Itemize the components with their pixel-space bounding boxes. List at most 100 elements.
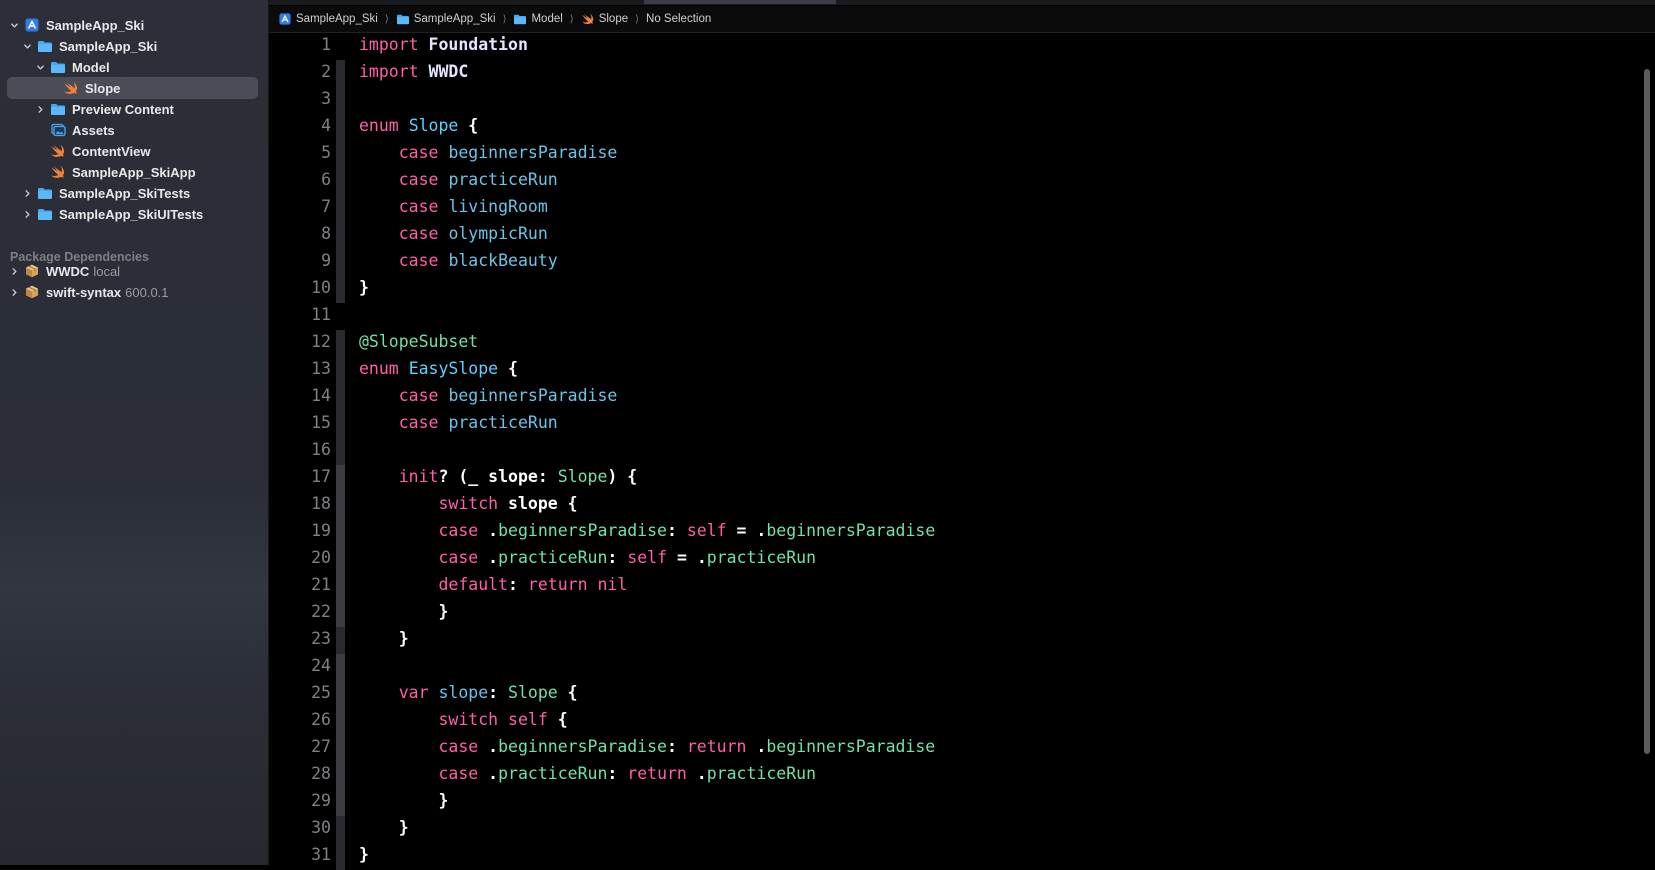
navigator-item-model-2[interactable]: Model xyxy=(0,56,268,78)
code-line: } xyxy=(359,814,409,841)
line-number: 4 xyxy=(321,116,331,135)
code-token: = . xyxy=(667,548,707,567)
swift-file-icon xyxy=(50,144,66,158)
code-line: case .practiceRun: return .practiceRun xyxy=(359,760,816,787)
code-line: init? (_ slope: Slope) { xyxy=(359,463,637,490)
code-token: olympicRun xyxy=(448,224,548,243)
navigator-item-sampleapp-ski-0[interactable]: SampleApp_Ski xyxy=(0,14,268,36)
chevron-down-icon[interactable] xyxy=(21,40,33,52)
breadcrumb-label: SampleApp_Ski xyxy=(296,13,378,25)
code-line: } xyxy=(359,787,448,814)
code-token: . xyxy=(478,521,499,540)
swift-file-icon xyxy=(581,13,595,25)
breadcrumb-item-no-selection[interactable]: No Selection xyxy=(646,13,711,25)
code-token: case xyxy=(398,170,439,189)
folder-icon xyxy=(50,60,66,74)
project-navigator: SampleApp_Ski SampleApp_Ski Model Slope Prev… xyxy=(0,0,269,865)
navigator-item-sampleapp-skitests-8[interactable]: SampleApp_SkiTests xyxy=(0,182,268,204)
code-token: case xyxy=(438,521,479,540)
navigator-item-assets-5[interactable]: Assets xyxy=(0,119,268,141)
line-number: 8 xyxy=(321,224,331,243)
breadcrumb-item-model[interactable]: Model xyxy=(513,13,563,25)
code-token: import xyxy=(359,35,419,54)
code-token: ? (_ slope: xyxy=(438,467,558,486)
code-token: { xyxy=(547,710,568,729)
code-token: case xyxy=(398,143,439,162)
line-number: 11 xyxy=(311,305,331,324)
code-token: Slope xyxy=(557,467,608,486)
code-token: beginnersParadise xyxy=(448,386,618,405)
code-line: case practiceRun xyxy=(359,166,558,193)
line-number: 1 xyxy=(321,35,331,54)
code-token: case xyxy=(438,764,479,783)
navigator-item-slope-3[interactable]: Slope xyxy=(0,77,268,99)
navigator-item-sampleapp-skiapp-7[interactable]: SampleApp_SkiApp xyxy=(0,161,268,183)
breadcrumb-item-slope[interactable]: Slope xyxy=(581,13,628,25)
chevron-right-icon[interactable] xyxy=(8,265,20,277)
chevron-right-icon[interactable] xyxy=(8,286,20,298)
breadcrumb-item-sampleapp-ski[interactable]: SampleApp_Ski xyxy=(278,13,378,25)
package-item-swift-syntax[interactable]: swift-syntax 600.0.1 xyxy=(0,281,268,303)
code-token: { xyxy=(557,683,578,702)
code-token: nil xyxy=(597,575,628,594)
code-line: } xyxy=(359,625,409,652)
fold-region-var-slope[interactable] xyxy=(336,654,345,816)
navigator-item-label: SampleApp_Ski xyxy=(59,38,158,54)
code-token: practiceRun xyxy=(448,413,558,432)
code-token: . xyxy=(686,764,707,783)
code-token: return xyxy=(686,737,747,756)
code-line: } xyxy=(359,841,369,868)
navigator-item-label: SampleApp_Ski xyxy=(46,17,145,33)
code-token: default xyxy=(438,575,509,594)
navigator-item-label: Preview Content xyxy=(72,101,174,117)
breadcrumb-label: No Selection xyxy=(646,13,712,25)
code-token: . xyxy=(478,548,499,567)
navigator-item-contentview-6[interactable]: ContentView xyxy=(0,140,268,162)
line-number: 10 xyxy=(311,278,331,297)
code-token: practiceRun xyxy=(706,764,817,783)
package-item-wwdc[interactable]: WWDC local xyxy=(0,260,268,282)
navigator-item-sampleapp-ski-1[interactable]: SampleApp_Ski xyxy=(0,35,268,57)
breadcrumb-separator-icon: ⟩ xyxy=(569,13,574,25)
breadcrumb-item-sampleapp-ski[interactable]: SampleApp_Ski xyxy=(396,13,496,25)
line-number: 29 xyxy=(311,791,331,810)
navigator-item-preview-content-4[interactable]: Preview Content xyxy=(0,98,268,120)
code-token: self xyxy=(627,548,668,567)
vertical-scrollbar[interactable] xyxy=(1644,69,1650,754)
navigator-item-sampleapp-skiuitests-9[interactable]: SampleApp_SkiUITests xyxy=(0,203,268,225)
chevron-right-icon[interactable] xyxy=(34,103,46,115)
code-token: var xyxy=(398,683,429,702)
line-number: 20 xyxy=(311,548,331,567)
code-token: : xyxy=(508,575,528,594)
source-editor[interactable]: 1 2 3 4 5 6 7 8 9 10 11 12 13 14 15 16 17 18 19 20 21 22 23 24 2… xyxy=(269,33,1655,870)
chevron-right-icon[interactable] xyxy=(21,187,33,199)
navigator-item-label: SampleApp_SkiTests xyxy=(59,185,191,201)
code-token: import xyxy=(359,62,419,81)
code-line: enum EasySlope { xyxy=(359,355,518,382)
fold-region-init[interactable] xyxy=(336,465,345,627)
code-token: case xyxy=(398,251,439,270)
chevron-right-icon[interactable] xyxy=(21,208,33,220)
navigator-item-label: Assets xyxy=(72,122,115,138)
chevron-down-icon[interactable] xyxy=(8,19,20,31)
code-token: { xyxy=(458,116,479,135)
line-number: 9 xyxy=(321,251,331,270)
fold-region-slope[interactable] xyxy=(336,60,345,303)
code-line: case beginnersParadise xyxy=(359,382,618,409)
chevron-down-icon[interactable] xyxy=(34,61,46,73)
code-token: WWDC xyxy=(428,62,469,81)
breadcrumb-separator-icon: ⟩ xyxy=(384,13,389,25)
